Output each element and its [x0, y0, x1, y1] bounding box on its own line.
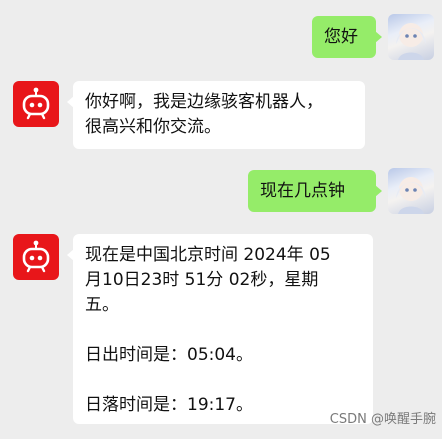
message-row-user-1: 您好	[0, 14, 442, 64]
anime-avatar-icon	[396, 23, 426, 60]
message-bubble-bot[interactable]: 现在是中国北京时间 2024年 05 月10日23时 51分 02秒，星期 五。…	[67, 234, 373, 424]
message-bubble-user[interactable]: 现在几点钟	[248, 170, 382, 212]
message-row-bot-2: 现在是中国北京时间 2024年 05 月10日23时 51分 02秒，星期 五。…	[0, 234, 442, 424]
message-bubble-bot[interactable]: 你好啊，我是边缘骇客机器人， 很高兴和你交流。	[67, 81, 365, 149]
anime-avatar-icon	[396, 177, 426, 214]
bot-avatar[interactable]	[13, 234, 59, 280]
bot-avatar[interactable]	[13, 81, 59, 127]
user-avatar[interactable]	[388, 14, 434, 60]
user-avatar[interactable]	[388, 168, 434, 214]
robot-icon	[22, 87, 50, 120]
message-bubble-user[interactable]: 您好	[312, 16, 382, 58]
message-row-user-2: 现在几点钟	[0, 168, 442, 218]
message-row-bot-1: 你好啊，我是边缘骇客机器人， 很高兴和你交流。	[0, 81, 442, 151]
robot-icon	[22, 240, 50, 273]
watermark: CSDN @唤醒手腕	[329, 412, 436, 427]
